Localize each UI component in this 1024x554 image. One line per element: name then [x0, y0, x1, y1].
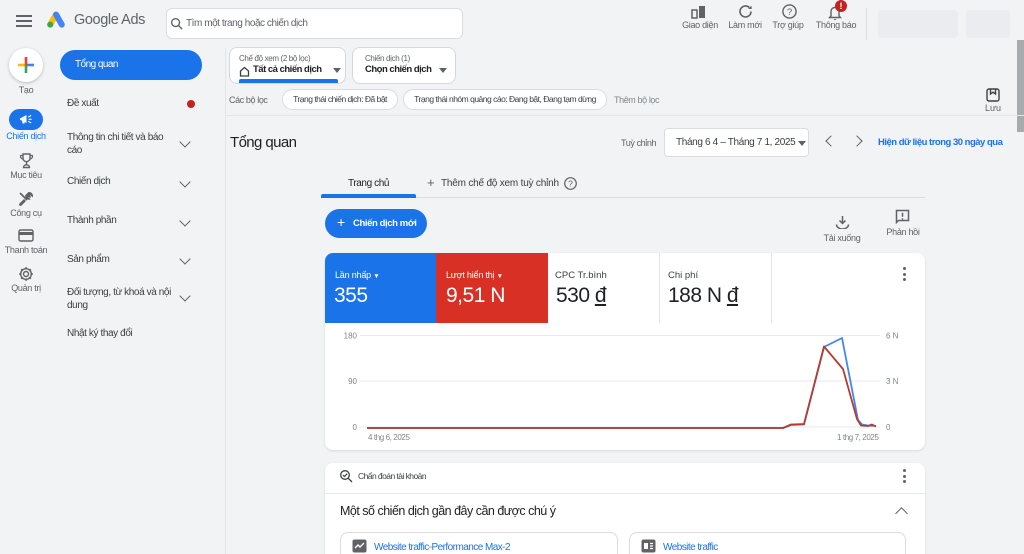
svg-text:?: ?: [787, 7, 792, 18]
svg-text:3 N: 3 N: [886, 377, 899, 386]
svg-text:1 thg 7, 2025: 1 thg 7, 2025: [837, 433, 879, 442]
svg-text:0: 0: [353, 423, 358, 432]
svg-text:6 N: 6 N: [886, 332, 899, 341]
svg-text:4 thg 6, 2025: 4 thg 6, 2025: [368, 433, 410, 442]
svg-text:90: 90: [348, 377, 357, 386]
svg-text:0: 0: [886, 423, 891, 432]
svg-text:180: 180: [344, 332, 358, 341]
svg-text:?: ?: [568, 179, 573, 189]
